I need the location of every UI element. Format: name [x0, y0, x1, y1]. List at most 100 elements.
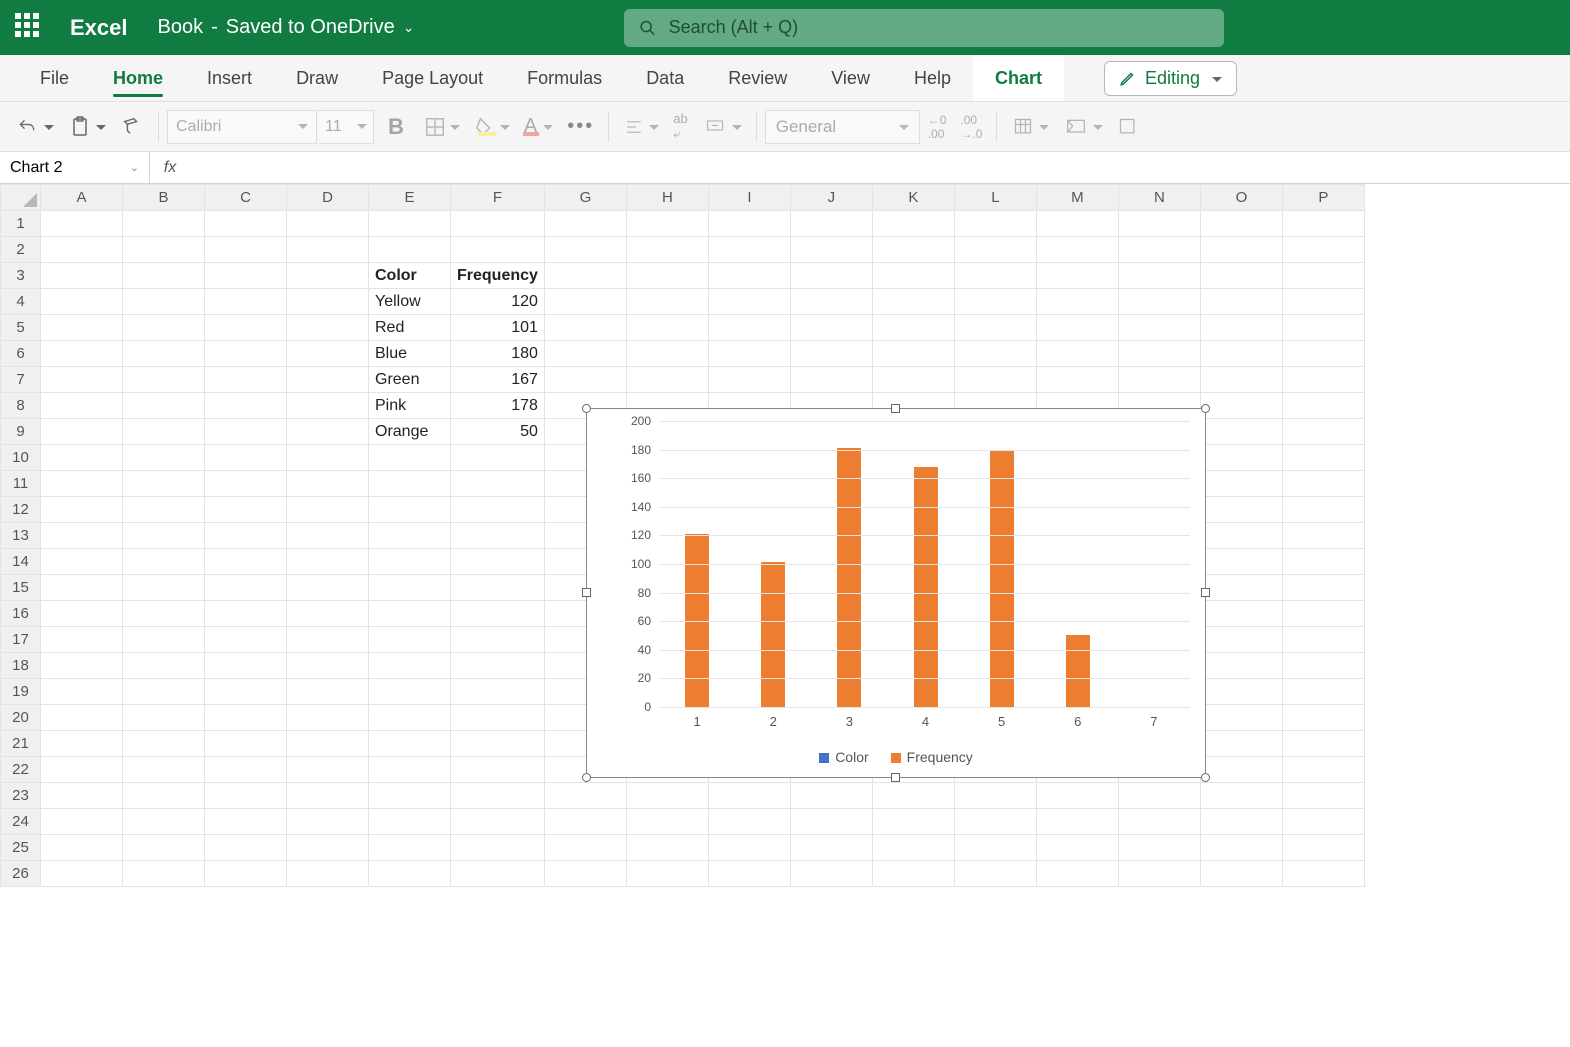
- column-header[interactable]: K: [872, 185, 954, 211]
- cell[interactable]: [544, 341, 626, 367]
- cell[interactable]: [544, 861, 626, 887]
- cell[interactable]: [708, 341, 790, 367]
- cell[interactable]: [123, 809, 205, 835]
- cell[interactable]: [1200, 523, 1282, 549]
- row-header[interactable]: 12: [1, 497, 41, 523]
- cell[interactable]: [1200, 601, 1282, 627]
- cell[interactable]: [451, 705, 545, 731]
- borders-button[interactable]: [418, 109, 466, 145]
- cell[interactable]: [1282, 705, 1364, 731]
- cell[interactable]: [954, 315, 1036, 341]
- cell[interactable]: [872, 861, 954, 887]
- cell[interactable]: [41, 211, 123, 237]
- cell[interactable]: [1200, 861, 1282, 887]
- cell[interactable]: [1036, 211, 1118, 237]
- tab-insert[interactable]: Insert: [185, 55, 274, 101]
- cell[interactable]: [1282, 679, 1364, 705]
- resize-handle[interactable]: [891, 773, 900, 782]
- cell[interactable]: [41, 237, 123, 263]
- cell[interactable]: [123, 315, 205, 341]
- cell[interactable]: [205, 861, 287, 887]
- cell[interactable]: [1200, 393, 1282, 419]
- cell[interactable]: [123, 341, 205, 367]
- select-all-corner[interactable]: [1, 185, 41, 211]
- cell[interactable]: [123, 497, 205, 523]
- cell[interactable]: [287, 809, 369, 835]
- cell[interactable]: [954, 341, 1036, 367]
- cell[interactable]: [205, 575, 287, 601]
- cell[interactable]: [544, 289, 626, 315]
- cell[interactable]: [287, 705, 369, 731]
- cell[interactable]: [123, 367, 205, 393]
- cell[interactable]: [1200, 367, 1282, 393]
- cell[interactable]: [451, 861, 545, 887]
- cell[interactable]: [41, 679, 123, 705]
- cell[interactable]: [123, 757, 205, 783]
- tab-draw[interactable]: Draw: [274, 55, 360, 101]
- row-header[interactable]: 4: [1, 289, 41, 315]
- cell[interactable]: [205, 783, 287, 809]
- row-header[interactable]: 16: [1, 601, 41, 627]
- cell[interactable]: [1282, 471, 1364, 497]
- cell[interactable]: [287, 523, 369, 549]
- cell[interactable]: [123, 835, 205, 861]
- cell[interactable]: [123, 861, 205, 887]
- resize-handle[interactable]: [582, 588, 591, 597]
- column-header[interactable]: O: [1200, 185, 1282, 211]
- cell[interactable]: [205, 393, 287, 419]
- cell[interactable]: [451, 601, 545, 627]
- cell[interactable]: [123, 211, 205, 237]
- cell[interactable]: [1036, 341, 1118, 367]
- cell[interactable]: [544, 783, 626, 809]
- cell[interactable]: [1282, 445, 1364, 471]
- row-header[interactable]: 21: [1, 731, 41, 757]
- font-name-select[interactable]: Calibri: [167, 110, 317, 144]
- cell[interactable]: [626, 835, 708, 861]
- cell[interactable]: [626, 809, 708, 835]
- cell[interactable]: [1200, 679, 1282, 705]
- cell[interactable]: [626, 861, 708, 887]
- cell[interactable]: [205, 471, 287, 497]
- cell[interactable]: [287, 679, 369, 705]
- column-header[interactable]: L: [954, 185, 1036, 211]
- cell[interactable]: [1200, 835, 1282, 861]
- cell[interactable]: [287, 627, 369, 653]
- cell[interactable]: [41, 601, 123, 627]
- cell[interactable]: [451, 549, 545, 575]
- cell[interactable]: [123, 471, 205, 497]
- tab-home[interactable]: Home: [91, 55, 185, 101]
- more-options-button[interactable]: •••: [561, 109, 600, 145]
- cell[interactable]: [123, 419, 205, 445]
- cell[interactable]: [123, 601, 205, 627]
- resize-handle[interactable]: [1201, 588, 1210, 597]
- cell[interactable]: [369, 523, 451, 549]
- cell[interactable]: [1118, 367, 1200, 393]
- cell[interactable]: [287, 575, 369, 601]
- cell[interactable]: [1282, 575, 1364, 601]
- cell[interactable]: Yellow: [369, 289, 451, 315]
- cell[interactable]: [205, 367, 287, 393]
- cell[interactable]: [872, 289, 954, 315]
- cell[interactable]: [626, 367, 708, 393]
- cell[interactable]: [205, 445, 287, 471]
- cell[interactable]: [41, 367, 123, 393]
- cell[interactable]: [708, 237, 790, 263]
- row-header[interactable]: 8: [1, 393, 41, 419]
- insert-cells-button[interactable]: [1111, 109, 1145, 145]
- cell[interactable]: [1118, 289, 1200, 315]
- row-header[interactable]: 5: [1, 315, 41, 341]
- cell[interactable]: [287, 549, 369, 575]
- cell[interactable]: [287, 861, 369, 887]
- cell[interactable]: [544, 809, 626, 835]
- cell[interactable]: [205, 419, 287, 445]
- cell[interactable]: [1036, 835, 1118, 861]
- cell[interactable]: [451, 497, 545, 523]
- cell[interactable]: [369, 627, 451, 653]
- cell[interactable]: [123, 549, 205, 575]
- cell[interactable]: [205, 263, 287, 289]
- cell[interactable]: [1282, 783, 1364, 809]
- cell[interactable]: [369, 445, 451, 471]
- cell[interactable]: [1282, 549, 1364, 575]
- cell[interactable]: [205, 627, 287, 653]
- cell[interactable]: [1282, 315, 1364, 341]
